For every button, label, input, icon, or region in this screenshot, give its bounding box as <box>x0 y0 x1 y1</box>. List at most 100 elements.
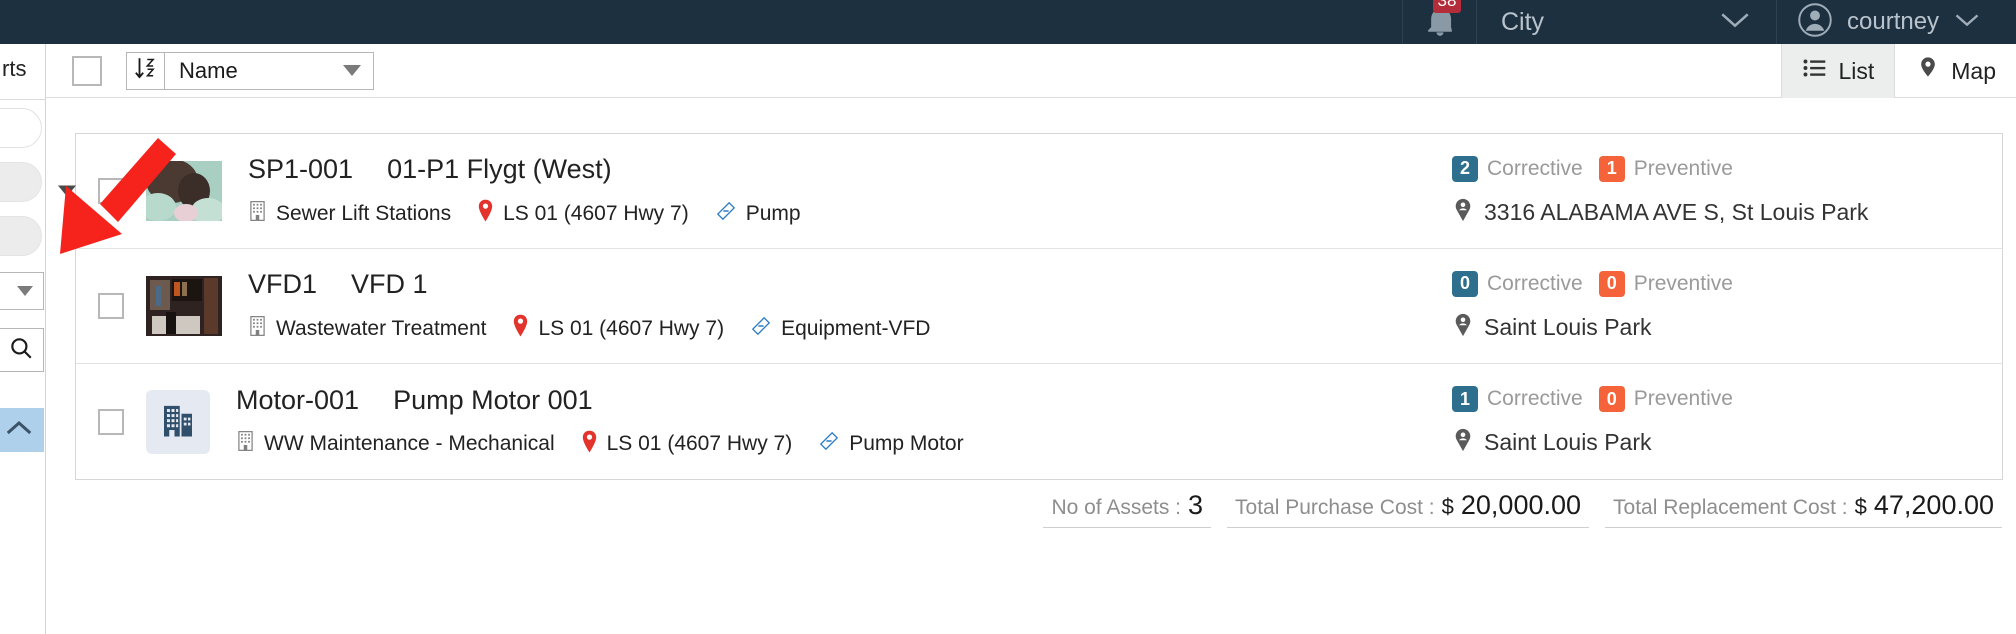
asset-address: Saint Louis Park <box>1452 313 2002 342</box>
app-header: 38 City courtney <box>0 0 2016 44</box>
asset-category: Pump Motor <box>818 430 964 458</box>
asset-info: VFD1 VFD 1 Wastewater Treatment LS 01 (4… <box>248 269 1442 343</box>
scope-label: City <box>1501 7 1545 36</box>
asset-thumbnail-placeholder <box>146 389 210 454</box>
asset-category-label: Equipment-VFD <box>781 316 931 340</box>
row-expand-toggle[interactable] <box>58 185 76 197</box>
asset-site: Sewer Lift Stations <box>248 200 451 228</box>
scope-selector[interactable]: City <box>1476 0 1776 44</box>
map-pin-icon <box>1915 55 1941 87</box>
summary-replacement-cost-value: 47,200.00 <box>1873 490 1994 520</box>
map-pin-icon <box>512 314 529 343</box>
user-name: courtney <box>1847 8 1940 35</box>
corrective-wo[interactable]: 0 Corrective <box>1452 270 1583 297</box>
asset-info: SP1-001 01-P1 Flygt (West) Sewer Lift St… <box>248 154 1442 228</box>
row-checkbox[interactable] <box>98 293 124 319</box>
address-pin-icon <box>1452 313 1474 342</box>
corrective-wo-label: Corrective <box>1487 387 1583 410</box>
asset-site: Wastewater Treatment <box>248 315 486 343</box>
asset-list-screen: 38 City courtney rts Name List Map SP1-0… <box>0 0 2016 634</box>
sidebar-filter-pill-1[interactable] <box>0 108 42 148</box>
preventive-wo[interactable]: 0 Preventive <box>1598 270 1733 297</box>
corrective-wo[interactable]: 1 Corrective <box>1452 386 1583 412</box>
asset-site-label: Wastewater Treatment <box>276 316 487 340</box>
sort-control: Name <box>126 51 374 90</box>
asset-address-label: Saint Louis Park <box>1484 429 1652 455</box>
diamond-tag-icon <box>750 315 772 343</box>
sort-field-value: Name <box>179 57 238 83</box>
building-icon <box>248 315 267 343</box>
summary-replacement-cost-label: Total Replacement Cost : <box>1613 496 1848 519</box>
chevron-down-icon <box>1953 11 1981 34</box>
asset-title-line: SP1-001 01-P1 Flygt (West) <box>248 154 1442 185</box>
building-icon <box>248 200 267 228</box>
sidebar-dropdown[interactable] <box>0 272 44 310</box>
asset-category-label: Pump <box>745 201 801 225</box>
table-row[interactable]: SP1-001 01-P1 Flygt (West) Sewer Lift St… <box>58 134 2002 249</box>
summary-purchase-cost-value: 20,000.00 <box>1460 490 1582 520</box>
preventive-wo[interactable]: 0 Preventive <box>1598 386 1733 412</box>
status-badge: 0 <box>1598 270 1625 297</box>
sidebar-collapse-button[interactable] <box>0 408 44 452</box>
address-pin-icon <box>1452 198 1474 227</box>
sidebar-search-button[interactable] <box>0 328 44 372</box>
preventive-wo[interactable]: 1 Preventive <box>1598 155 1733 182</box>
asset-title-line: VFD1 VFD 1 <box>248 269 1442 300</box>
asset-address: Saint Louis Park <box>1452 428 2002 457</box>
asset-info: Motor-001 Pump Motor 001 WW Maintenance … <box>236 385 1442 459</box>
corrective-wo[interactable]: 2 Corrective <box>1452 155 1583 182</box>
summary-asset-count-label: No of Assets : <box>1051 496 1182 519</box>
asset-status: 0 Corrective 0 Preventive Saint Louis Pa… <box>1442 270 2002 342</box>
work-order-counts: 1 Corrective 0 Preventive <box>1452 386 2002 412</box>
asset-name: Pump Motor 001 <box>393 384 593 415</box>
list-summary: No of Assets : 3 Total Purchase Cost : $… <box>1043 490 2002 528</box>
diamond-tag-icon <box>818 430 840 458</box>
diamond-tag-icon <box>715 200 737 228</box>
view-tab-list[interactable]: List <box>1781 44 1896 98</box>
work-order-counts: 2 Corrective 1 Preventive <box>1452 155 2002 182</box>
view-tab-map-label: Map <box>1951 57 1996 84</box>
select-all-checkbox[interactable] <box>72 55 102 86</box>
asset-site-label: WW Maintenance - Mechanical <box>264 432 555 455</box>
asset-title-line: Motor-001 Pump Motor 001 <box>236 385 1442 416</box>
asset-thumbnail <box>146 276 222 336</box>
breadcrumb: rts <box>2 56 27 81</box>
sidebar-rail: rts <box>0 44 46 634</box>
preventive-wo-label: Preventive <box>1633 156 1733 180</box>
notifications-button[interactable]: 38 <box>1402 0 1476 44</box>
divider <box>0 99 46 100</box>
asset-meta-line: Sewer Lift Stations LS 01 (4607 Hwy 7) P… <box>248 199 1442 228</box>
table-row[interactable]: VFD1 VFD 1 Wastewater Treatment LS 01 (4… <box>76 249 2002 364</box>
sidebar-filter-pill-3[interactable] <box>0 216 42 256</box>
asset-category: Equipment-VFD <box>750 315 930 343</box>
currency-symbol: $ <box>1854 494 1867 519</box>
row-checkbox[interactable] <box>98 178 124 204</box>
preventive-wo-label: Preventive <box>1633 387 1733 410</box>
status-badge: 0 <box>1598 386 1625 412</box>
table-row[interactable]: Motor-001 Pump Motor 001 WW Maintenance … <box>76 364 2002 479</box>
asset-status: 1 Corrective 0 Preventive Saint Louis Pa… <box>1442 386 2002 457</box>
sort-field-select[interactable]: Name <box>164 51 374 90</box>
list-toolbar: Name <box>46 44 2016 98</box>
corrective-wo-label: Corrective <box>1487 156 1583 180</box>
chevron-up-icon <box>4 418 34 443</box>
sort-az-icon <box>133 55 159 86</box>
caret-down-icon <box>17 286 33 296</box>
address-pin-icon <box>1452 428 1474 457</box>
map-pin-icon <box>477 199 494 228</box>
asset-thumbnail <box>146 161 222 221</box>
view-tab-map[interactable]: Map <box>1895 44 2016 98</box>
work-order-counts: 0 Corrective 0 Preventive <box>1452 270 2002 297</box>
asset-list: SP1-001 01-P1 Flygt (West) Sewer Lift St… <box>58 133 2003 480</box>
asset-site-label: Sewer Lift Stations <box>276 201 452 225</box>
row-checkbox[interactable] <box>98 408 124 435</box>
sort-direction-button[interactable] <box>126 51 164 90</box>
user-menu[interactable]: courtney <box>1776 0 2016 44</box>
bell-icon: 38 <box>1421 0 1462 44</box>
asset-name: 01-P1 Flygt (West) <box>387 154 612 184</box>
asset-location: LS 01 (4607 Hwy 7) <box>477 199 689 228</box>
status-badge: 2 <box>1452 155 1478 182</box>
status-badge: 0 <box>1452 270 1478 297</box>
sidebar-filter-pill-2[interactable] <box>0 162 42 202</box>
asset-address: 3316 ALABAMA AVE S, St Louis Park <box>1452 198 2002 227</box>
